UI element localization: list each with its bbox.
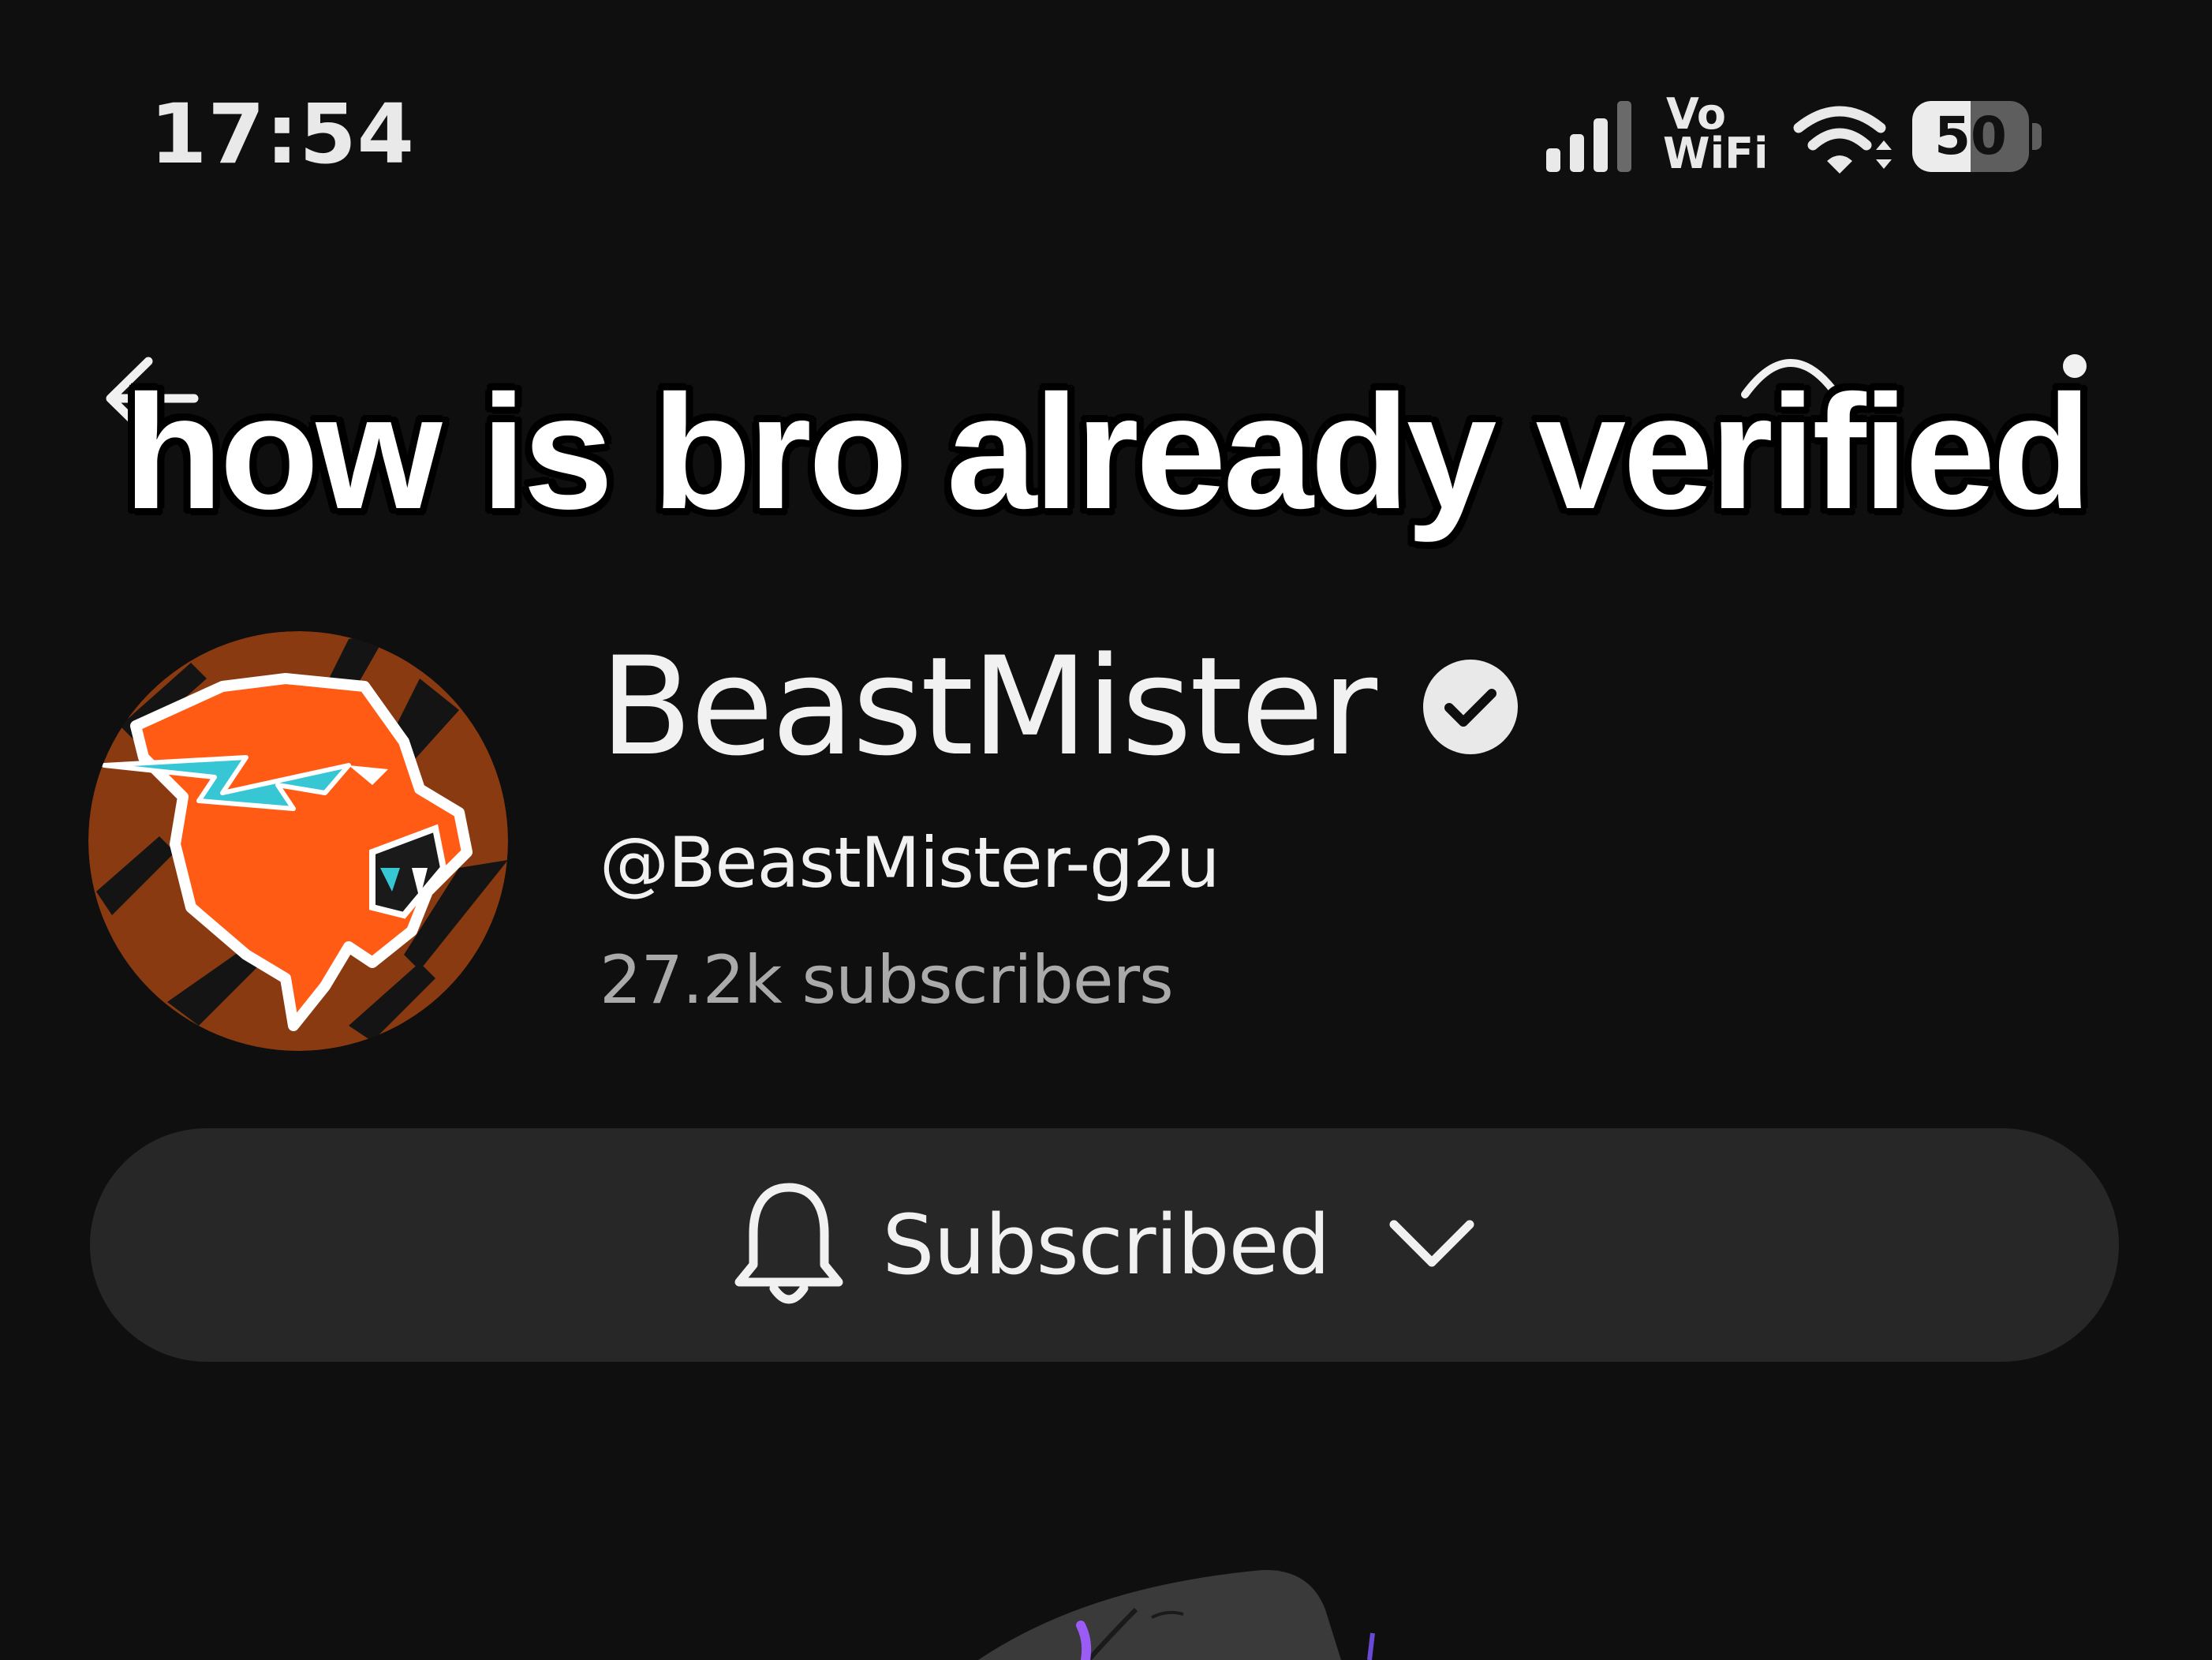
bell-icon xyxy=(734,1183,843,1304)
battery-indicator: 50 xyxy=(1912,101,2042,172)
battery-level: 50 xyxy=(1934,106,2007,166)
cellular-signal-icon xyxy=(1546,101,1631,172)
tiger-logo-icon xyxy=(88,631,508,1051)
vowifi-indicator: Vo WiFi xyxy=(1663,93,1769,178)
wifi-icon xyxy=(1793,106,1892,174)
caption-overlay: how is bro already verified xyxy=(123,361,2092,543)
vowifi-wifi: WiFi xyxy=(1663,129,1769,178)
subscriber-count: 27.2k subscribers xyxy=(600,941,1174,1019)
channel-handle: @BeastMister-g2u xyxy=(600,822,1220,903)
channel-name-text: BeastMister xyxy=(600,627,1377,786)
subscribed-button[interactable]: Subscribed xyxy=(90,1128,2119,1362)
check-circle-icon xyxy=(1423,660,1519,754)
chevron-down-icon xyxy=(1389,1220,1474,1267)
channel-avatar[interactable] xyxy=(88,631,508,1051)
channel-name: BeastMister xyxy=(600,639,1520,775)
battery-nub xyxy=(2032,123,2042,150)
channel-banner-graphic xyxy=(978,1569,1375,1660)
subscribed-label: Subscribed xyxy=(882,1197,1331,1293)
status-time: 17:54 xyxy=(150,86,416,182)
